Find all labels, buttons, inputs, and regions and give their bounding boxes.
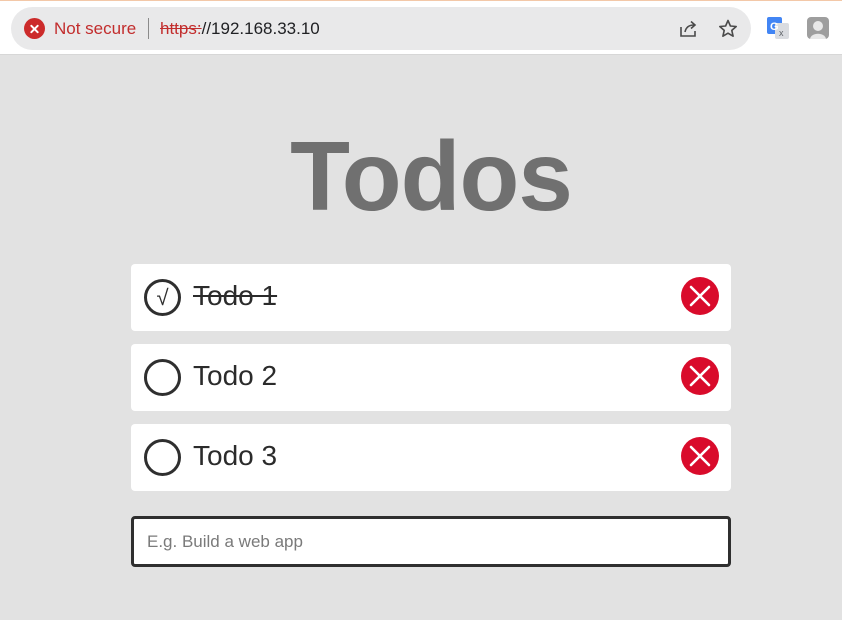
google-translate-icon[interactable]: G x — [765, 15, 791, 41]
todo-checkbox[interactable] — [144, 439, 181, 476]
svg-text:G: G — [770, 21, 779, 33]
close-icon — [689, 445, 711, 467]
share-icon[interactable] — [676, 17, 700, 41]
todo-item: √ Todo 1 — [131, 264, 731, 331]
close-icon — [689, 365, 711, 387]
url-scheme: https: — [160, 19, 202, 38]
address-separator — [148, 18, 149, 39]
browser-toolbar: Not secure https://192.168.33.10 G x — [0, 0, 842, 55]
svg-text:x: x — [779, 28, 784, 38]
url-text[interactable]: https://192.168.33.10 — [160, 19, 320, 39]
todo-item: Todo 2 — [131, 344, 731, 411]
profile-avatar-icon[interactable] — [805, 15, 831, 41]
todo-item: Todo 3 — [131, 424, 731, 491]
address-bar[interactable]: Not secure https://192.168.33.10 — [11, 7, 751, 50]
security-status-text[interactable]: Not secure — [54, 19, 136, 39]
todo-label[interactable]: Todo 3 — [193, 440, 277, 472]
todo-checkbox[interactable] — [144, 359, 181, 396]
todo-checkbox[interactable]: √ — [144, 279, 181, 316]
delete-todo-button[interactable] — [681, 277, 719, 315]
todo-label[interactable]: Todo 1 — [193, 280, 277, 312]
url-host: //192.168.33.10 — [201, 19, 320, 38]
new-todo-input[interactable] — [131, 516, 731, 567]
delete-todo-button[interactable] — [681, 357, 719, 395]
not-secure-icon[interactable] — [24, 18, 45, 39]
bookmark-star-icon[interactable] — [716, 17, 740, 41]
close-icon — [689, 285, 711, 307]
todo-list: √ Todo 1 Todo 2 Todo 3 — [131, 264, 731, 504]
delete-todo-button[interactable] — [681, 437, 719, 475]
page-title: Todos — [290, 121, 573, 231]
todo-label[interactable]: Todo 2 — [193, 360, 277, 392]
